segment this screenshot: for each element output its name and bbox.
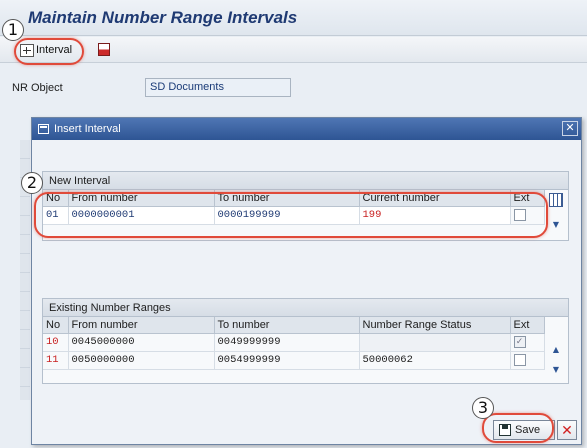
table-header-row: No From number To number Number Range St… (43, 317, 545, 334)
dialog-icon (38, 124, 49, 134)
scroll-down-icon[interactable]: ▼ (549, 218, 563, 232)
highlight-interval-button (14, 38, 84, 65)
table-row[interactable]: 11 0050000000 0054999999 50000062 (43, 351, 545, 370)
highlight-new-interval-row (34, 192, 548, 238)
col-no: No (43, 317, 69, 334)
row-from: 0045000000 (68, 333, 215, 352)
scroll-up-icon[interactable]: ▲ (549, 343, 563, 357)
row-no: 11 (43, 351, 69, 370)
ext-checkbox[interactable]: ✓ (513, 335, 526, 348)
row-from: 0050000000 (68, 351, 215, 370)
dialog-title: Insert Interval (54, 123, 121, 135)
table-settings-icon[interactable] (549, 193, 563, 207)
insert-interval-dialog: Insert Interval ✕ New Interval No From n… (31, 117, 582, 445)
col-from-number: From number (68, 317, 215, 334)
title-bar: Maintain Number Range Intervals (0, 0, 587, 36)
new-interval-title: New Interval (43, 172, 568, 190)
cancel-button[interactable]: ✕ (557, 420, 577, 440)
scroll-down-icon[interactable]: ▼ (549, 363, 563, 377)
step-marker-1: 1 (2, 19, 24, 41)
row-to: 0049999999 (214, 333, 360, 352)
col-range-status: Number Range Status (359, 317, 511, 334)
ext-checkbox[interactable] (513, 353, 526, 366)
close-dialog-button[interactable]: ✕ (562, 121, 578, 136)
col-to-number: To number (214, 317, 360, 334)
dialog-titlebar: Insert Interval ✕ (32, 118, 581, 140)
row-status (359, 333, 511, 352)
app-toolbar: Interval (0, 37, 587, 63)
nr-object-label: NR Object (12, 82, 63, 94)
step-marker-2: 2 (21, 172, 43, 194)
page-title: Maintain Number Range Intervals (28, 8, 298, 27)
existing-ranges-group: Existing Number Ranges No From number To… (42, 298, 569, 384)
row-ext-cell: ✓ (510, 333, 545, 352)
row-ext-cell (510, 351, 545, 370)
col-ext: Ext (510, 317, 545, 334)
row-no: 10 (43, 333, 69, 352)
nr-object-field[interactable]: SD Documents (145, 78, 291, 97)
table-row[interactable]: 10 0045000000 0049999999 ✓ (43, 333, 545, 352)
existing-ranges-title: Existing Number Ranges (43, 299, 568, 317)
existing-ranges-table: No From number To number Number Range St… (43, 317, 545, 370)
row-status: 50000062 (359, 351, 511, 370)
step-marker-3: 3 (472, 397, 494, 419)
row-to: 0054999999 (214, 351, 360, 370)
delete-interval-icon[interactable] (98, 43, 110, 56)
highlight-save-button (482, 413, 554, 443)
